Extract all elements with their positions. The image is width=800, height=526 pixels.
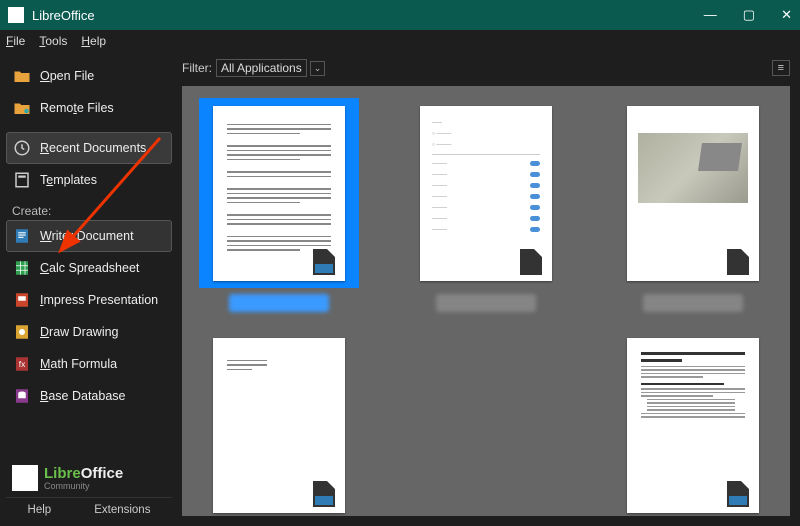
math-icon: fx	[12, 355, 32, 373]
folder-remote-icon	[12, 99, 32, 117]
document-thumbnail	[199, 330, 359, 516]
document-label	[436, 294, 536, 312]
document-card[interactable]: —— ○ ——— ○ ——— ——— ——— ——— ——— ——— ——— —…	[403, 98, 570, 312]
svg-text:fx: fx	[19, 360, 26, 369]
calc-icon	[12, 259, 32, 277]
file-icon	[520, 249, 542, 275]
writer-file-icon	[727, 481, 749, 507]
minimize-button[interactable]: —	[704, 7, 717, 23]
main-area: Open File Remote Files Recent Documents …	[0, 52, 800, 526]
document-thumbnail	[613, 98, 773, 288]
template-icon	[12, 171, 32, 189]
maximize-button[interactable]: ▢	[743, 7, 755, 23]
sidebar-recent-documents[interactable]: Recent Documents	[6, 132, 172, 164]
base-icon	[12, 387, 32, 405]
recent-documents-grid: —— ○ ——— ○ ——— ——— ——— ——— ——— ——— ——— —…	[182, 86, 790, 516]
document-label	[229, 294, 329, 312]
sidebar-remote-files[interactable]: Remote Files	[6, 92, 172, 124]
document-thumbnail	[613, 330, 773, 516]
sidebar-templates[interactable]: Templates	[6, 164, 172, 196]
help-link[interactable]: Help	[28, 504, 52, 516]
writer-file-icon	[313, 481, 335, 507]
sidebar-writer[interactable]: Writer Document	[6, 220, 172, 252]
create-label: Create:	[6, 196, 172, 220]
folder-open-icon	[12, 67, 32, 85]
titlebar: LibreOffice — ▢ ✕	[0, 0, 800, 30]
close-button[interactable]: ✕	[781, 7, 792, 23]
extensions-link[interactable]: Extensions	[94, 504, 150, 516]
logo-icon	[12, 465, 38, 491]
filter-label: Filter:	[182, 61, 212, 75]
libreoffice-logo: LibreOffice Community	[6, 461, 172, 491]
sidebar-impress[interactable]: Impress Presentation	[6, 284, 172, 316]
sidebar-base[interactable]: Base Database	[6, 380, 172, 412]
app-icon	[8, 7, 24, 23]
file-icon	[727, 249, 749, 275]
writer-icon	[12, 227, 32, 245]
filter-select[interactable]: All Applications	[216, 59, 307, 77]
sidebar-math[interactable]: fx Math Formula	[6, 348, 172, 380]
menu-help[interactable]: Help	[81, 34, 106, 48]
clock-icon	[12, 139, 32, 157]
sidebar-footer: Help Extensions	[6, 497, 172, 520]
draw-icon	[12, 323, 32, 341]
document-thumbnail-selected	[199, 98, 359, 288]
writer-file-icon	[313, 249, 335, 275]
document-thumbnail: —— ○ ——— ○ ——— ——— ——— ——— ——— ——— ——— —…	[406, 98, 566, 288]
menubar: File Tools Help	[0, 30, 800, 52]
sidebar-calc[interactable]: Calc Spreadsheet	[6, 252, 172, 284]
filter-row: Filter: All Applications ⌄ ≡	[178, 52, 800, 80]
hamburger-menu-icon[interactable]: ≡	[772, 60, 790, 76]
sidebar: Open File Remote Files Recent Documents …	[0, 52, 178, 526]
document-card[interactable]	[609, 98, 776, 312]
filter-dropdown-icon[interactable]: ⌄	[310, 61, 326, 76]
content-area: Filter: All Applications ⌄ ≡	[178, 52, 800, 526]
menu-file[interactable]: File	[6, 34, 25, 48]
sidebar-open-file[interactable]: Open File	[6, 60, 172, 92]
document-card[interactable]	[609, 330, 776, 516]
document-label	[643, 294, 743, 312]
document-card[interactable]	[196, 98, 363, 312]
menu-tools[interactable]: Tools	[39, 34, 67, 48]
window-controls: — ▢ ✕	[704, 7, 792, 23]
sidebar-draw[interactable]: Draw Drawing	[6, 316, 172, 348]
document-card[interactable]: MTE TEST 3	[196, 330, 363, 516]
window-title: LibreOffice	[32, 8, 95, 23]
impress-icon	[12, 291, 32, 309]
